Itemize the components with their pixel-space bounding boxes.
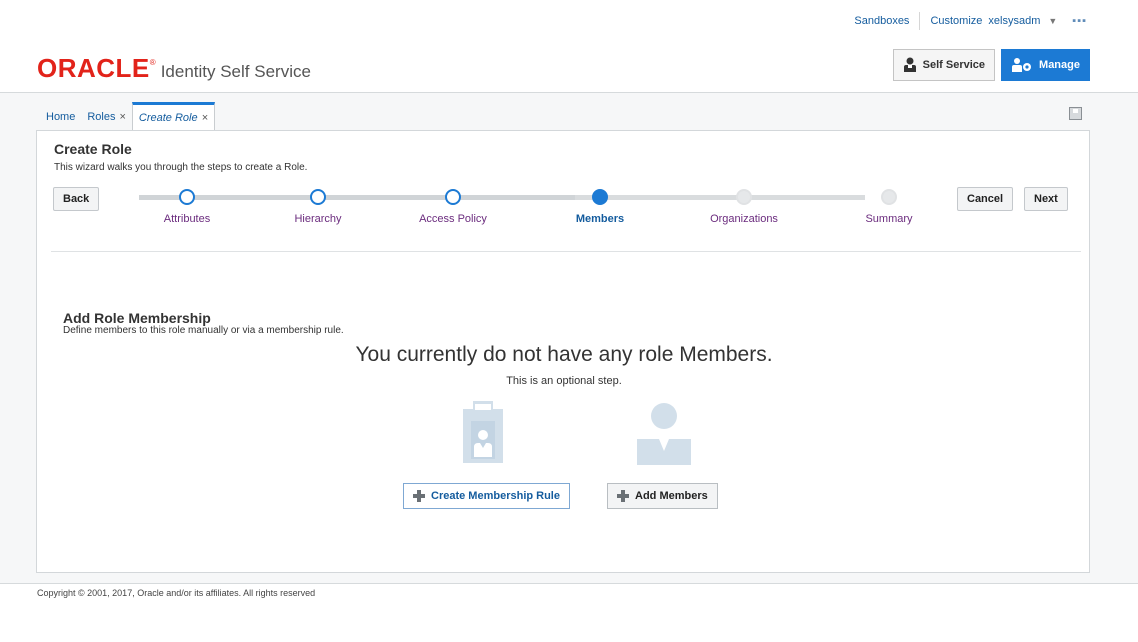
- create-role-panel: Create Role This wizard walks you throug…: [36, 130, 1090, 573]
- global-header: Sandboxes Customize xelsysadm ▼ ▪▪▪ ORAC…: [0, 0, 1138, 93]
- cancel-button[interactable]: Cancel: [957, 187, 1014, 211]
- person-icon: [903, 57, 916, 72]
- create-membership-rule-button[interactable]: Create Membership Rule: [403, 483, 570, 509]
- add-members-label: Add Members: [635, 490, 708, 502]
- train-stop-attributes[interactable]: [179, 189, 195, 205]
- empty-state-message: You currently do not have any role Membe…: [355, 343, 773, 366]
- train-connector: [285, 195, 430, 200]
- train-stop-members: [592, 189, 608, 205]
- section-subtitle: Define members to this role manually or …: [63, 325, 344, 336]
- train-stop-summary: [881, 189, 897, 205]
- tab-label: Home: [46, 111, 76, 123]
- tab-roles[interactable]: Roles ×: [81, 104, 132, 130]
- tab-bar: Home Roles × Create Role ×: [40, 102, 216, 130]
- train-label-members: Members: [575, 213, 625, 225]
- manage-label: Manage: [1039, 59, 1080, 71]
- train-stop-access-policy[interactable]: [445, 189, 461, 205]
- train-label-summary: Summary: [865, 213, 913, 225]
- train-label-organizations: Organizations: [710, 213, 778, 225]
- role-switcher: Self Service Manage: [892, 49, 1090, 81]
- close-icon[interactable]: ×: [119, 111, 125, 123]
- tab-label: Create Role: [138, 111, 198, 124]
- section-title: Add Role Membership: [63, 310, 211, 326]
- manage-button[interactable]: Manage: [1001, 49, 1090, 81]
- customize-link[interactable]: Customize: [930, 15, 982, 27]
- utility-links: Sandboxes Customize xelsysadm ▼ ▪▪▪: [854, 12, 1090, 30]
- section-divider: [51, 251, 1081, 252]
- train-label-attributes[interactable]: Attributes: [164, 213, 210, 225]
- app-root: Sandboxes Customize xelsysadm ▼ ▪▪▪ ORAC…: [0, 0, 1138, 642]
- page-subtitle: This wizard walks you through the steps …: [54, 162, 308, 173]
- utility-divider: [919, 12, 921, 30]
- plus-icon: [413, 490, 425, 502]
- tab-label: Roles: [87, 111, 116, 123]
- back-button[interactable]: Back: [53, 187, 100, 211]
- self-service-button[interactable]: Self Service: [892, 49, 996, 81]
- chevron-down-icon[interactable]: ▼: [1048, 16, 1057, 26]
- product-name: Identity Self Service: [160, 62, 311, 81]
- train-label-access-policy[interactable]: Access Policy: [419, 213, 487, 225]
- footer-divider: [0, 583, 1138, 584]
- username-link[interactable]: xelsysadm: [988, 15, 1040, 27]
- more-options-icon[interactable]: ▪▪▪: [1069, 14, 1090, 28]
- sandboxes-link[interactable]: Sandboxes: [854, 15, 909, 27]
- user-menu[interactable]: xelsysadm ▼: [988, 15, 1057, 27]
- next-button[interactable]: Next: [1024, 187, 1068, 211]
- add-members-button[interactable]: Add Members: [607, 483, 718, 509]
- train-connector: [139, 195, 289, 200]
- optional-step-note: This is an optional step.: [506, 375, 622, 387]
- copyright-text: Copyright © 2001, 2017, Oracle and/or it…: [37, 588, 316, 598]
- save-icon[interactable]: [1069, 107, 1082, 120]
- tab-home[interactable]: Home: [40, 104, 81, 130]
- membership-rule-icon: [463, 401, 503, 463]
- train-stop-hierarchy[interactable]: [310, 189, 326, 205]
- train-label-hierarchy[interactable]: Hierarchy: [294, 213, 341, 225]
- tab-create-role[interactable]: Create Role ×: [131, 102, 216, 130]
- user-icon: [637, 403, 691, 465]
- close-icon[interactable]: ×: [202, 112, 208, 124]
- manage-users-icon: [1012, 58, 1032, 72]
- train-stop-organizations: [736, 189, 752, 205]
- self-service-label: Self Service: [922, 59, 986, 71]
- oracle-logo: ORACLE: [37, 53, 150, 83]
- brand: ORACLE ® Identity Self Service: [37, 53, 311, 84]
- create-membership-rule-label: Create Membership Rule: [431, 490, 560, 502]
- page-title: Create Role: [54, 141, 132, 157]
- registered-mark: ®: [149, 58, 156, 67]
- wizard-train: Attributes Hierarchy Access Policy Membe…: [125, 187, 945, 227]
- plus-icon: [617, 490, 629, 502]
